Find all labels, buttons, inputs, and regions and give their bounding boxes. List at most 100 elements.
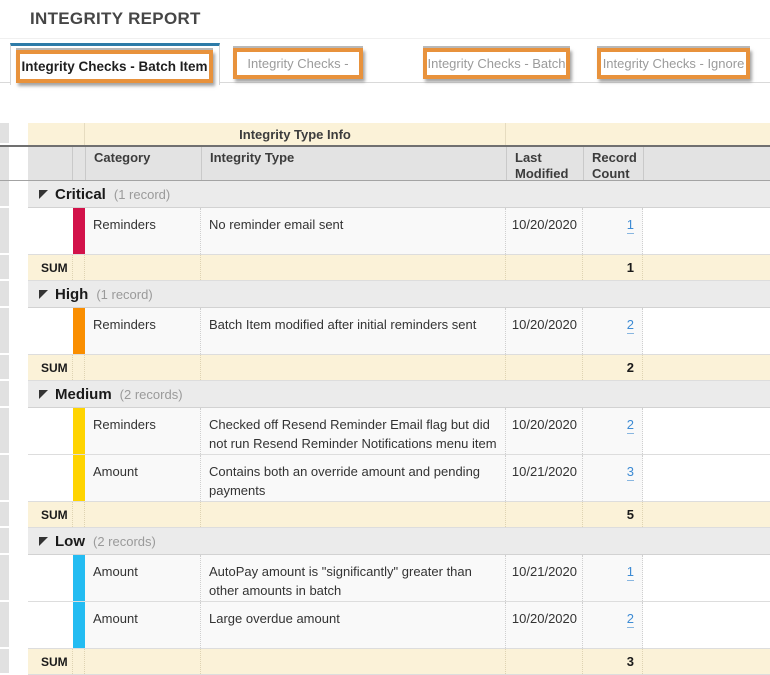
record-count-link[interactable]: 2: [626, 417, 634, 434]
span-header-title: Integrity Type Info: [85, 123, 506, 145]
grid-column-header-row: Category Integrity Type Last Modified Re…: [0, 145, 770, 181]
sum-label: SUM: [28, 649, 73, 674]
header-integrity-type[interactable]: Integrity Type: [202, 147, 507, 180]
row-gutter: [0, 123, 9, 145]
row-gutter: [0, 381, 9, 408]
table-row: Amount AutoPay amount is "significantly" …: [0, 555, 770, 602]
header-record-count[interactable]: Record Count: [584, 147, 644, 181]
row-gutter: [0, 502, 9, 528]
tab-integrity-checks-ignore[interactable]: Integrity Checks - Ignore: [597, 48, 750, 79]
record-count-link[interactable]: 2: [626, 611, 634, 628]
sum-label: SUM: [28, 355, 73, 380]
record-count-link[interactable]: 2: [626, 317, 634, 334]
cell-trailing: [643, 208, 770, 254]
group-row-critical[interactable]: Critical (1 record): [0, 181, 770, 208]
cell-category: Reminders: [85, 408, 201, 454]
sum-label: SUM: [28, 255, 73, 280]
row-left-spacer-cell: [28, 555, 73, 601]
header-severity-bar-col: [73, 147, 86, 180]
row-left-spacer-cell: [28, 408, 73, 454]
row-left-spacer-cell: [28, 308, 73, 354]
row-gutter: [0, 528, 9, 555]
header-expand-col: [28, 147, 73, 180]
cell-trailing: [643, 555, 770, 601]
tab-integrity-checks-batch[interactable]: Integrity Checks - Batch: [423, 48, 570, 79]
collapse-triangle-icon[interactable]: [39, 536, 48, 546]
tab-label: Integrity Checks -: [247, 56, 349, 71]
cell-integrity-type: AutoPay amount is "significantly" greate…: [201, 555, 506, 601]
severity-color-bar: [73, 208, 85, 254]
cell-category: Amount: [85, 455, 201, 501]
table-body: Critical (1 record) Reminders No reminder e…: [0, 181, 770, 675]
collapse-triangle-icon[interactable]: [39, 289, 48, 299]
row-left-spacer-cell: [28, 208, 73, 254]
row-gutter: [0, 281, 9, 308]
tab-integrity-checks-2[interactable]: Integrity Checks -: [233, 48, 363, 79]
row-gutter: [0, 555, 9, 602]
cell-integrity-type: Batch Item modified after initial remind…: [201, 308, 506, 354]
row-gutter: [0, 355, 9, 381]
cell-integrity-type: Checked off Resend Reminder Email flag b…: [201, 408, 506, 454]
group-severity-label: Low: [55, 532, 85, 550]
cell-record-count: 1: [583, 555, 643, 601]
sum-row: SUM 2: [0, 355, 770, 381]
cell-record-count: 3: [583, 455, 643, 501]
group-record-count-label: (1 record): [96, 286, 153, 302]
group-row-high[interactable]: High (1 record): [0, 281, 770, 308]
cell-record-count: 1: [583, 208, 643, 254]
row-gutter: [0, 649, 9, 675]
cell-last-modified: 10/20/2020: [506, 208, 583, 254]
cell-record-count: 2: [583, 408, 643, 454]
severity-color-bar: [73, 408, 85, 454]
cell-record-count: 2: [583, 308, 643, 354]
span-header-left-cell: [28, 123, 85, 145]
row-gutter: [0, 208, 9, 255]
cell-integrity-type: Large overdue amount: [201, 602, 506, 648]
cell-trailing: [643, 455, 770, 501]
row-gutter: [0, 181, 9, 208]
table-row: Amount Contains both an override amount a…: [0, 455, 770, 502]
severity-color-bar: [73, 308, 85, 354]
row-gutter: [0, 455, 9, 502]
tab-label: Integrity Checks - Batch Item: [21, 59, 208, 74]
cell-category: Amount: [85, 555, 201, 601]
record-count-link[interactable]: 1: [626, 564, 634, 581]
table-row: Reminders Checked off Resend Reminder Ema…: [0, 408, 770, 455]
row-gutter: [0, 147, 9, 180]
collapse-triangle-icon[interactable]: [39, 189, 48, 199]
cell-category: Reminders: [85, 208, 201, 254]
severity-color-bar: [73, 455, 85, 501]
sum-label: SUM: [28, 502, 73, 527]
table-row: Reminders Batch Item modified after initi…: [0, 308, 770, 355]
group-row-medium[interactable]: Medium (2 records): [0, 381, 770, 408]
header-category[interactable]: Category: [86, 147, 202, 180]
cell-last-modified: 10/20/2020: [506, 408, 583, 454]
table-row: Amount Large overdue amount 10/20/2020 2: [0, 602, 770, 649]
group-row-low[interactable]: Low (2 records): [0, 528, 770, 555]
sum-record-count: 5: [583, 502, 643, 527]
cell-last-modified: 10/21/2020: [506, 555, 583, 601]
severity-color-bar: [73, 602, 85, 648]
cell-record-count: 2: [583, 602, 643, 648]
tab-bar: Integrity Checks - Batch Item Integrity …: [0, 38, 770, 85]
record-count-link[interactable]: 3: [626, 464, 634, 481]
cell-last-modified: 10/20/2020: [506, 602, 583, 648]
group-record-count-label: (2 records): [93, 533, 156, 549]
tab-integrity-checks-batch-item[interactable]: Integrity Checks - Batch Item: [10, 43, 220, 85]
sum-row: SUM 3: [0, 649, 770, 675]
tab-label: Integrity Checks - Ignore: [602, 56, 745, 71]
header-empty-col: [644, 147, 770, 180]
sum-row: SUM 5: [0, 502, 770, 528]
tab-label: Integrity Checks - Batch: [427, 56, 566, 71]
sum-record-count: 3: [583, 649, 643, 674]
cell-last-modified: 10/20/2020: [506, 308, 583, 354]
row-gutter: [0, 255, 9, 281]
group-severity-label: Medium: [55, 385, 112, 403]
group-severity-label: Critical: [55, 185, 106, 203]
record-count-link[interactable]: 1: [626, 217, 634, 234]
page-title: INTEGRITY REPORT: [30, 9, 201, 28]
collapse-triangle-icon[interactable]: [39, 389, 48, 399]
cell-integrity-type: No reminder email sent: [201, 208, 506, 254]
header-last-modified[interactable]: Last Modified: [507, 147, 584, 181]
row-gutter: [0, 308, 9, 355]
